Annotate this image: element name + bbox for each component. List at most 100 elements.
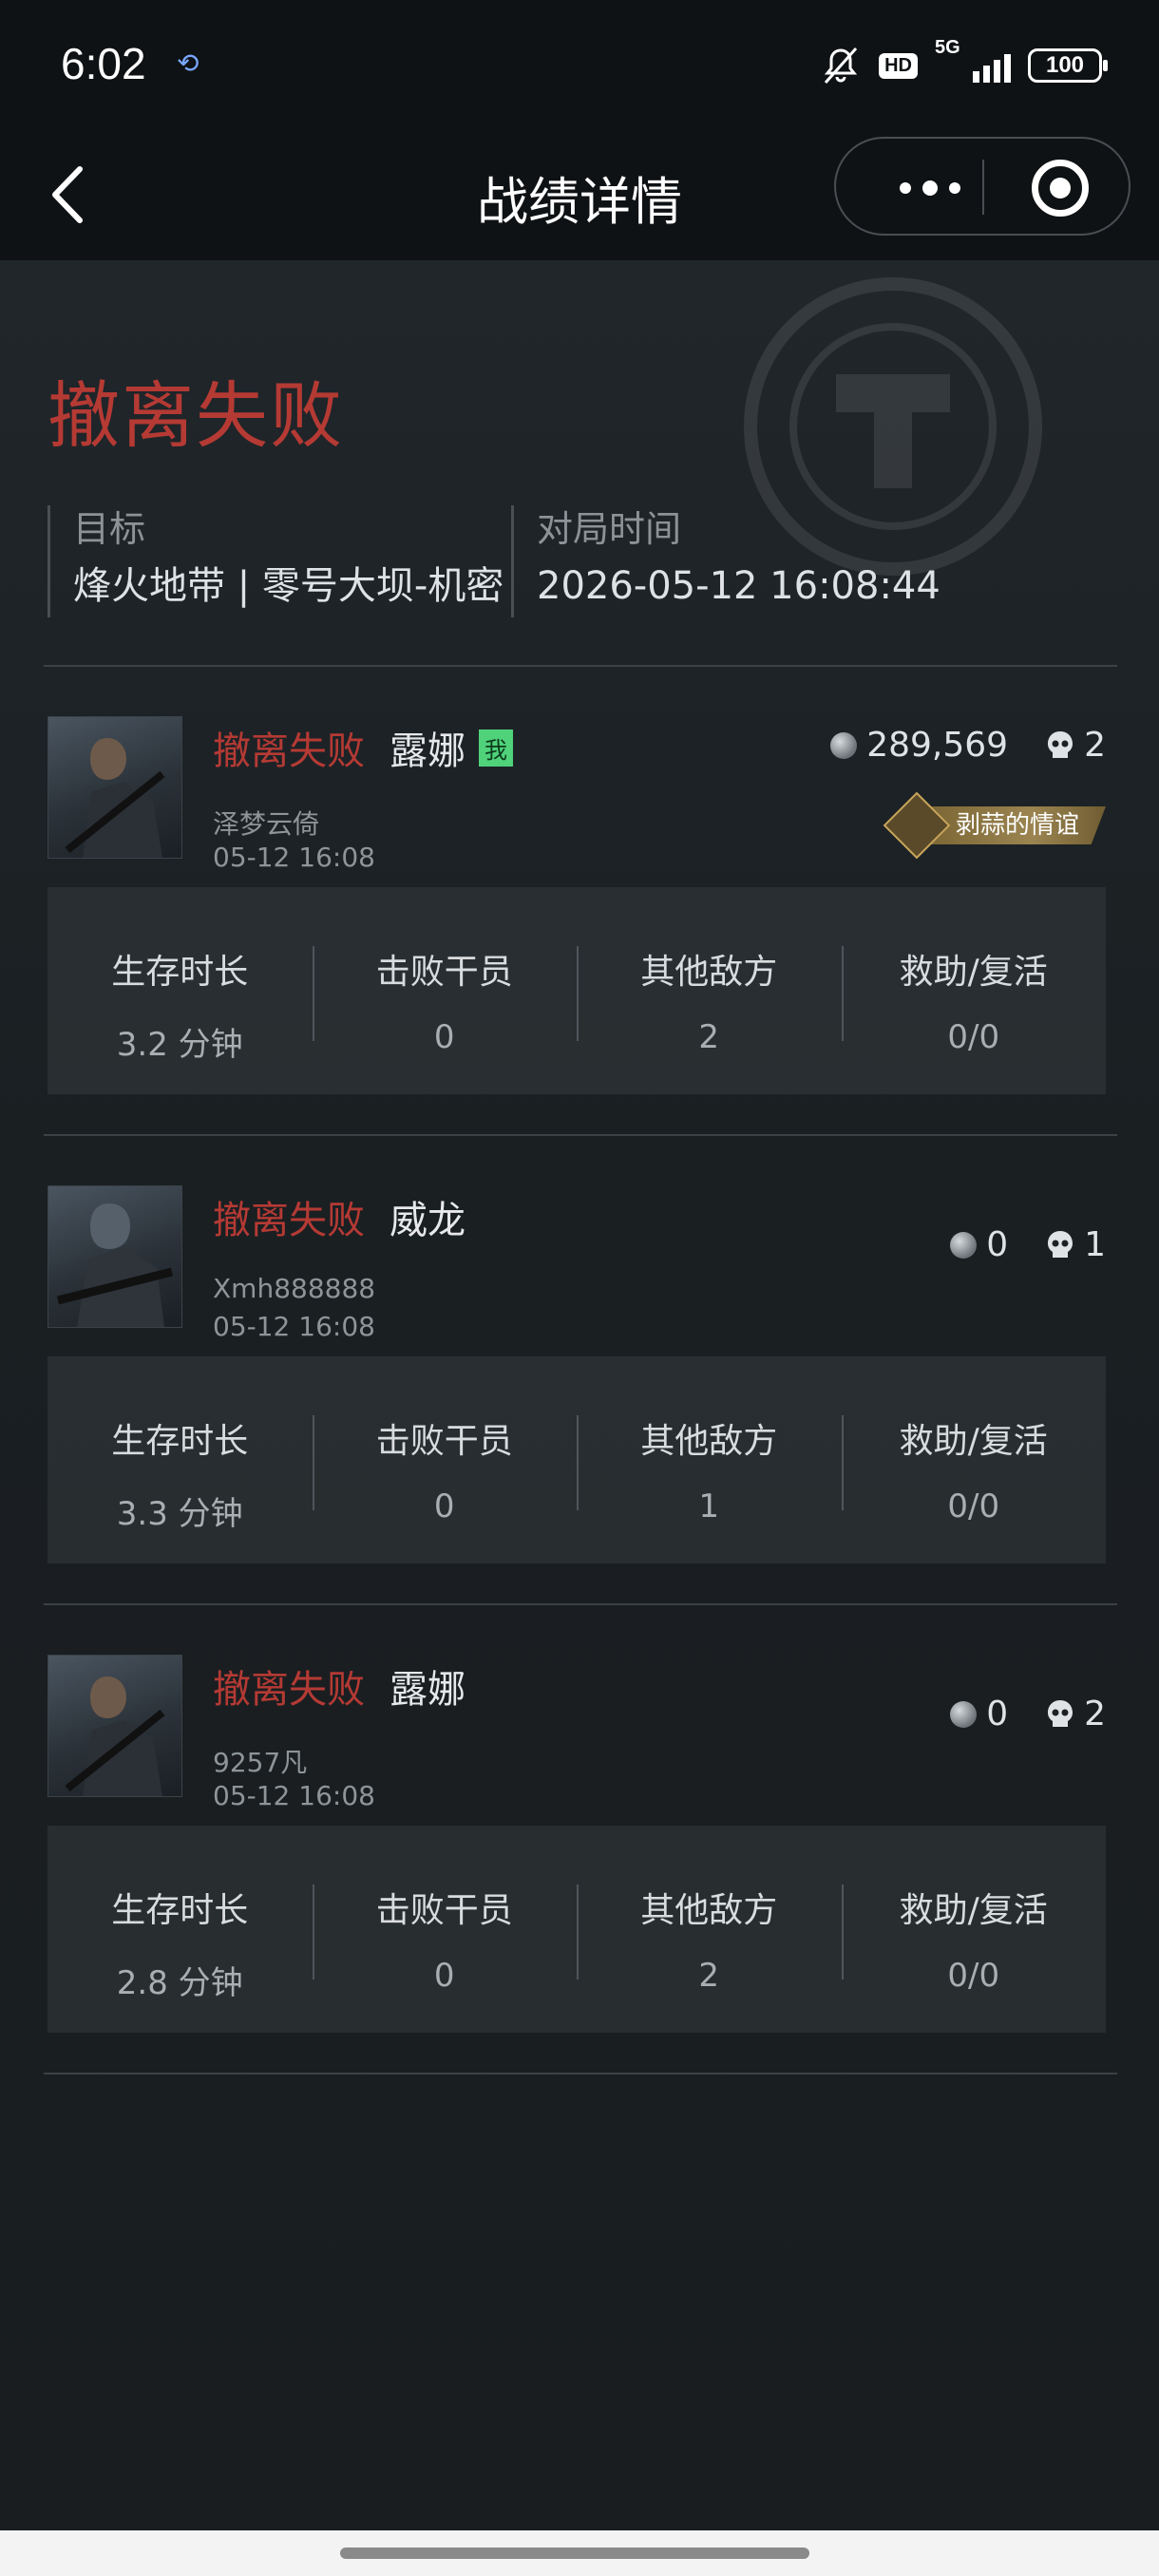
stat-other: 其他敌方 1 [577, 1356, 842, 1563]
skull-icon [1048, 1230, 1074, 1258]
player-avatar [48, 1185, 182, 1328]
skull-value: 2 [1084, 1695, 1106, 1733]
player-status: 撤离失败 [213, 1199, 365, 1242]
coin-icon [950, 1231, 978, 1259]
player-avatar [48, 1655, 182, 1797]
player-status: 撤离失败 [213, 1668, 365, 1712]
stat-label: 救助/复活 [899, 953, 1048, 992]
stat-value: 0 [433, 1018, 455, 1056]
coin-value: 0 [986, 1695, 1009, 1733]
stat-other: 其他敌方 2 [577, 887, 842, 1094]
stat-value: 3.2 分钟 [116, 1026, 243, 1064]
player-status: 撤离失败 [213, 729, 365, 773]
stat-assist: 救助/复活 0/0 [841, 1356, 1107, 1563]
stat-value: 2.8 分钟 [116, 1964, 243, 2002]
player-time: 05-12 16:08 [213, 1780, 375, 1811]
stat-kills: 击败干员 0 [312, 1826, 578, 2033]
coin-value: 289,569 [866, 726, 1009, 765]
stat-value: 2 [698, 1018, 720, 1056]
badge-label: 剥蒜的情谊 [922, 806, 1106, 844]
stat-value: 0 [433, 1957, 455, 1995]
target-info: 目标 烽火地带 | 零号大坝-机密 [48, 505, 504, 617]
network-label: 5G [935, 37, 960, 58]
coin-icon [830, 731, 858, 759]
stat-label: 击败干员 [375, 1422, 513, 1461]
sync-icon: ⟲ [177, 47, 200, 79]
player-avatar [48, 716, 182, 859]
title-badge: 剥蒜的情谊 [883, 791, 1106, 860]
divider [44, 2073, 1117, 2074]
player-header: 撤离失败 威龙 [213, 1189, 466, 1244]
player-loot: 0 2 [950, 1695, 1106, 1733]
capsule-divider [982, 160, 984, 215]
match-detail: 撤离失败 目标 烽火地带 | 零号大坝-机密 对局时间 2026-05-12 1… [0, 260, 1159, 2530]
stat-assist: 救助/复活 0/0 [841, 1826, 1107, 2033]
player-account: Xmh888888 [213, 1273, 376, 1304]
stat-value: 2 [698, 1957, 720, 1995]
player-header: 撤离失败 露娜 [213, 1658, 466, 1714]
stat-label: 生存时长 [111, 1422, 249, 1461]
player-name: 威龙 [390, 1199, 466, 1242]
player-account: 9257凡 [213, 1747, 308, 1778]
player-stats: 生存时长 3.3 分钟 击败干员 0 其他敌方 1 救助/复活 0/0 [48, 1356, 1106, 1563]
match-time-value: 2026-05-12 16:08:44 [537, 564, 940, 608]
stat-label: 其他敌方 [640, 1891, 778, 1930]
skull-value: 2 [1084, 726, 1106, 765]
close-target-icon[interactable] [1032, 160, 1089, 217]
target-label: 目标 [73, 508, 146, 550]
player-name: 露娜 [390, 729, 466, 773]
stat-kills: 击败干员 0 [312, 1356, 578, 1563]
more-icon[interactable] [878, 167, 982, 209]
stat-value: 0/0 [947, 1957, 1000, 1995]
stat-label: 生存时长 [111, 953, 249, 992]
player-stats: 生存时长 2.8 分钟 击败干员 0 其他敌方 2 救助/复活 0/0 [48, 1826, 1106, 2033]
stat-survival: 生存时长 3.2 分钟 [48, 887, 313, 1094]
stat-label: 其他敌方 [640, 953, 778, 992]
match-time-label: 对局时间 [537, 508, 682, 550]
divider [44, 1603, 1117, 1605]
nav-bar: 战绩详情 [0, 133, 1159, 260]
home-indicator[interactable] [340, 2548, 809, 2559]
player-time: 05-12 16:08 [213, 1311, 375, 1342]
badge-emblem-icon [883, 791, 951, 860]
stat-survival: 生存时长 3.3 分钟 [48, 1356, 313, 1563]
stat-label: 其他敌方 [640, 1422, 778, 1461]
skull-icon [1048, 730, 1074, 758]
divider [44, 1134, 1117, 1136]
stat-label: 击败干员 [375, 953, 513, 992]
status-time: 6:02 [61, 39, 146, 88]
match-result: 撤离失败 [48, 373, 344, 458]
target-value: 烽火地带 | 零号大坝-机密 [73, 564, 504, 608]
stat-kills: 击败干员 0 [312, 887, 578, 1094]
battery-level: 100 [1045, 52, 1085, 78]
stat-other: 其他敌方 2 [577, 1826, 842, 2033]
mini-program-capsule [834, 137, 1130, 236]
stat-value: 0/0 [947, 1487, 1000, 1525]
stat-value: 3.3 分钟 [116, 1495, 243, 1533]
signal-icon: 5G [935, 37, 1011, 88]
player-loot: 289,569 2 [830, 726, 1106, 765]
stat-label: 救助/复活 [899, 1891, 1048, 1930]
player-header: 撤离失败 露娜 我 [213, 720, 513, 775]
status-bar: 6:02 ⟲ HD 5G 100 [0, 0, 1159, 133]
hd-icon: HD [879, 52, 918, 79]
match-time-info: 对局时间 2026-05-12 16:08:44 [511, 505, 940, 617]
stat-label: 救助/复活 [899, 1422, 1048, 1461]
skull-icon [1048, 1699, 1074, 1727]
stat-survival: 生存时长 2.8 分钟 [48, 1826, 313, 2033]
player-loot: 0 1 [950, 1225, 1106, 1264]
player-account: 泽梦云倚 [213, 808, 320, 840]
stat-value: 0/0 [947, 1018, 1000, 1056]
status-icons: HD 5G 100 [820, 37, 1108, 89]
bell-off-icon [824, 47, 858, 84]
skull-value: 1 [1084, 1225, 1106, 1264]
divider [44, 665, 1117, 667]
me-badge: 我 [479, 729, 513, 767]
stat-value: 1 [698, 1487, 720, 1525]
coin-icon [950, 1700, 978, 1728]
player-stats: 生存时长 3.2 分钟 击败干员 0 其他敌方 2 救助/复活 0/0 [48, 887, 1106, 1094]
stat-label: 击败干员 [375, 1891, 513, 1930]
player-time: 05-12 16:08 [213, 842, 375, 873]
battery-icon: 100 [1028, 48, 1108, 83]
stat-assist: 救助/复活 0/0 [841, 887, 1107, 1094]
